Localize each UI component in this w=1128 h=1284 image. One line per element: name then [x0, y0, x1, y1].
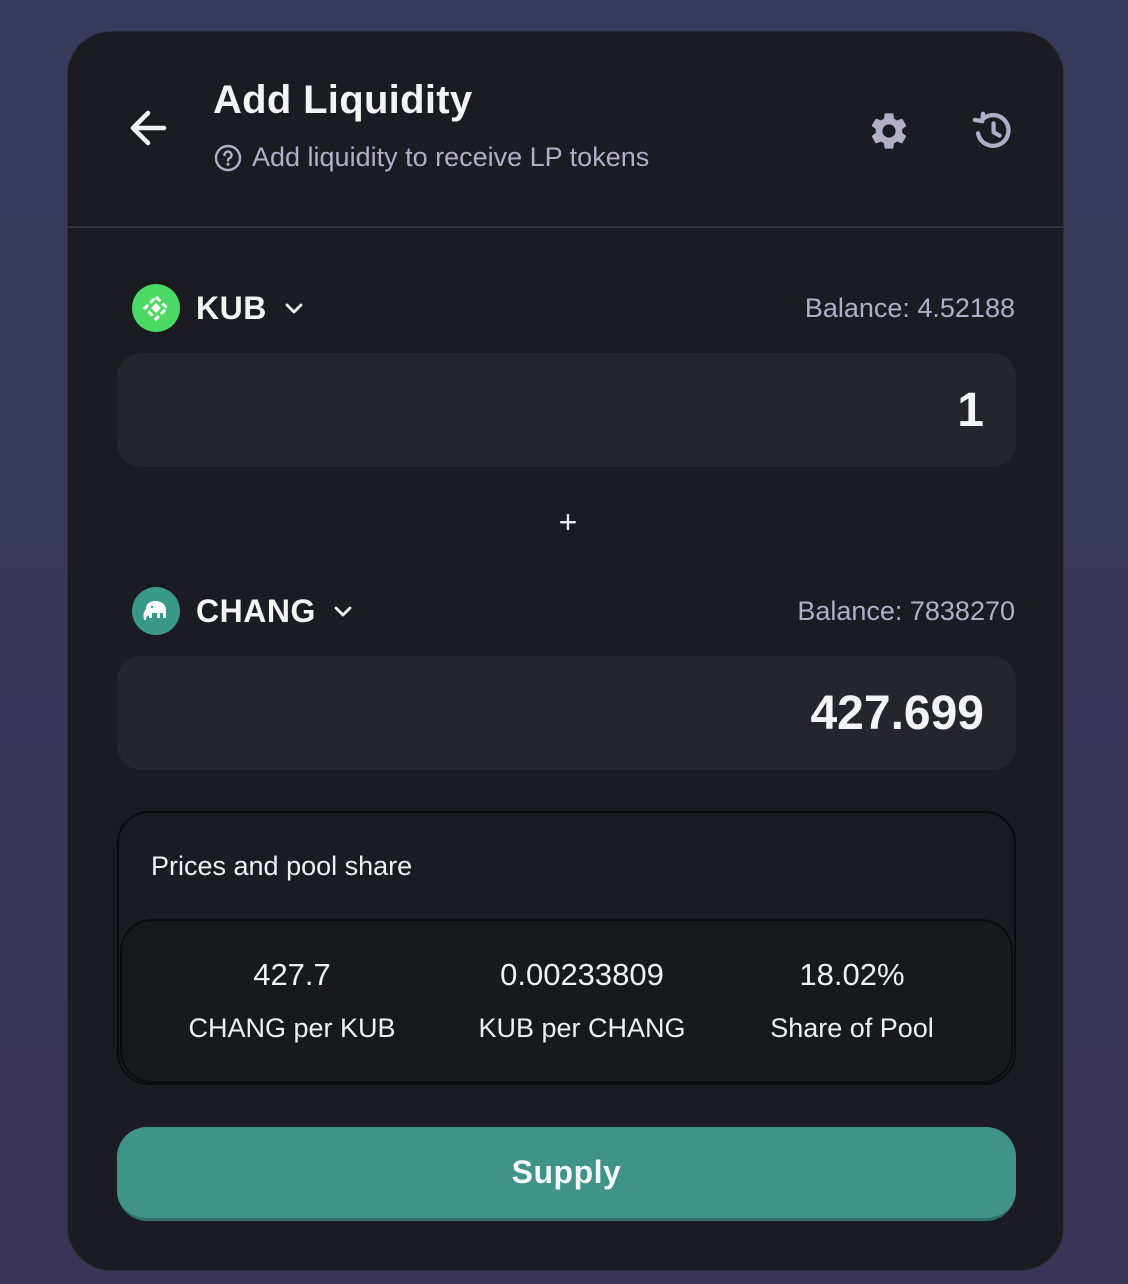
- history-button[interactable]: [966, 104, 1020, 158]
- chang-elephant-icon: [132, 587, 180, 635]
- token-b-symbol: CHANG: [196, 592, 316, 629]
- stat-value: 0.00233809: [500, 957, 664, 992]
- stat-share-of-pool: 18.02% Share of Pool: [732, 957, 972, 1044]
- token-b-amount-box: [117, 656, 1016, 770]
- stat-label: KUB per CHANG: [478, 1013, 686, 1043]
- token-a-amount-input[interactable]: [117, 353, 1016, 467]
- history-icon: [972, 111, 1011, 148]
- header: Add Liquidity Add liquidity to receive L…: [68, 32, 1063, 228]
- plus-sign: +: [558, 504, 578, 540]
- token-a-symbol: KUB: [196, 289, 267, 326]
- stat-value: 18.02%: [799, 957, 905, 992]
- stat-kub-per-chang: 0.00233809 KUB per CHANG: [452, 957, 712, 1044]
- subtitle: Add liquidity to receive LP tokens: [214, 142, 649, 173]
- token-a-balance: Balance: 4.52188: [804, 292, 1015, 323]
- back-arrow-icon: [130, 110, 167, 146]
- chevron-down-icon: [285, 303, 303, 314]
- subtitle-text: Add liquidity to receive LP tokens: [252, 142, 650, 172]
- help-circle-icon[interactable]: [214, 144, 242, 172]
- supply-button[interactable]: Supply: [117, 1127, 1016, 1221]
- token-a-row: KUB Balance: 4.52188: [132, 278, 1015, 338]
- token-b-balance: Balance: 7838270: [797, 595, 1015, 626]
- gear-icon: [871, 113, 907, 149]
- stat-label: CHANG per KUB: [188, 1013, 396, 1043]
- kub-logo-icon: [132, 284, 180, 332]
- stat-chang-per-kub: 427.7 CHANG per KUB: [162, 957, 422, 1044]
- prices-pool-share-panel: Prices and pool share 427.7 CHANG per KU…: [117, 811, 1016, 1085]
- prices-stats: 427.7 CHANG per KUB 0.00233809 KUB per C…: [120, 919, 1013, 1083]
- token-a-amount-box: [117, 353, 1016, 467]
- token-b-amount-input[interactable]: [117, 656, 1016, 770]
- page-title: Add Liquidity: [213, 78, 473, 122]
- prices-title: Prices and pool share: [151, 851, 413, 881]
- token-a-selector[interactable]: KUB: [132, 284, 305, 332]
- chevron-down-icon: [334, 606, 352, 617]
- stat-label: Share of Pool: [770, 1013, 934, 1043]
- token-b-row: CHANG Balance: 7838270: [132, 581, 1015, 641]
- stat-value: 427.7: [253, 957, 331, 992]
- settings-button[interactable]: [862, 104, 916, 158]
- back-button[interactable]: [118, 98, 178, 158]
- token-b-selector[interactable]: CHANG: [132, 587, 354, 635]
- add-liquidity-card: Add Liquidity Add liquidity to receive L…: [67, 31, 1064, 1271]
